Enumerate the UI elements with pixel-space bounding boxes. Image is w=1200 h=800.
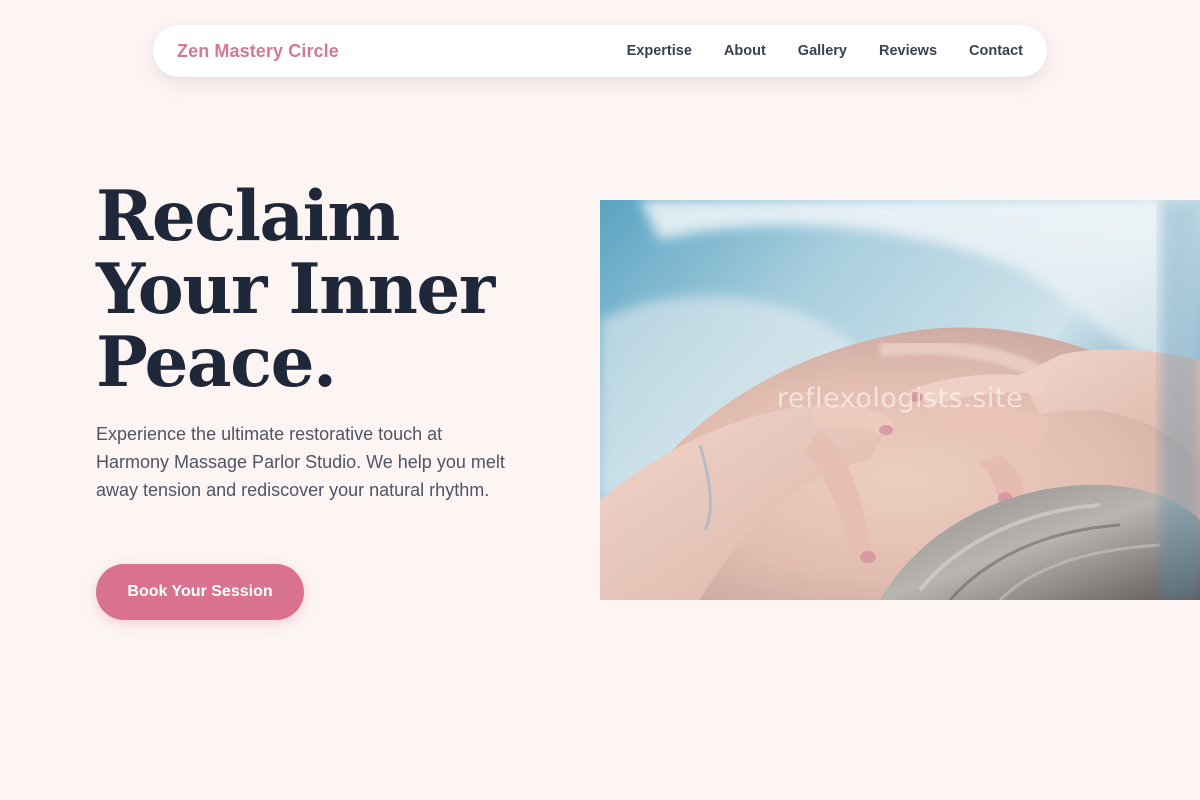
page: Zen Mastery Circle Expertise About Galle…: [0, 0, 1200, 800]
hero-massage-photo: reflexologists.site: [600, 200, 1200, 600]
hero-title: Reclaim Your Inner Peace.: [96, 180, 566, 399]
top-navbar: Zen Mastery Circle Expertise About Galle…: [153, 25, 1047, 77]
nav-link-contact[interactable]: Contact: [969, 43, 1023, 59]
nav-link-gallery[interactable]: Gallery: [798, 43, 847, 59]
massage-photo-illustration: [600, 200, 1200, 600]
nav-link-about[interactable]: About: [724, 43, 766, 59]
nav-link-reviews[interactable]: Reviews: [879, 43, 937, 59]
hero-title-line: Your Inner: [96, 249, 495, 330]
nav-links: Expertise About Gallery Reviews Contact: [627, 43, 1023, 59]
hero-title-line: Peace.: [96, 322, 337, 403]
brand-logo-link[interactable]: Zen Mastery Circle: [177, 41, 339, 62]
hero-description: Experience the ultimate restorative touc…: [96, 424, 505, 500]
book-session-button[interactable]: Book Your Session: [96, 564, 304, 620]
nav-link-expertise[interactable]: Expertise: [627, 43, 692, 59]
hero-title-line: Reclaim: [96, 176, 400, 257]
